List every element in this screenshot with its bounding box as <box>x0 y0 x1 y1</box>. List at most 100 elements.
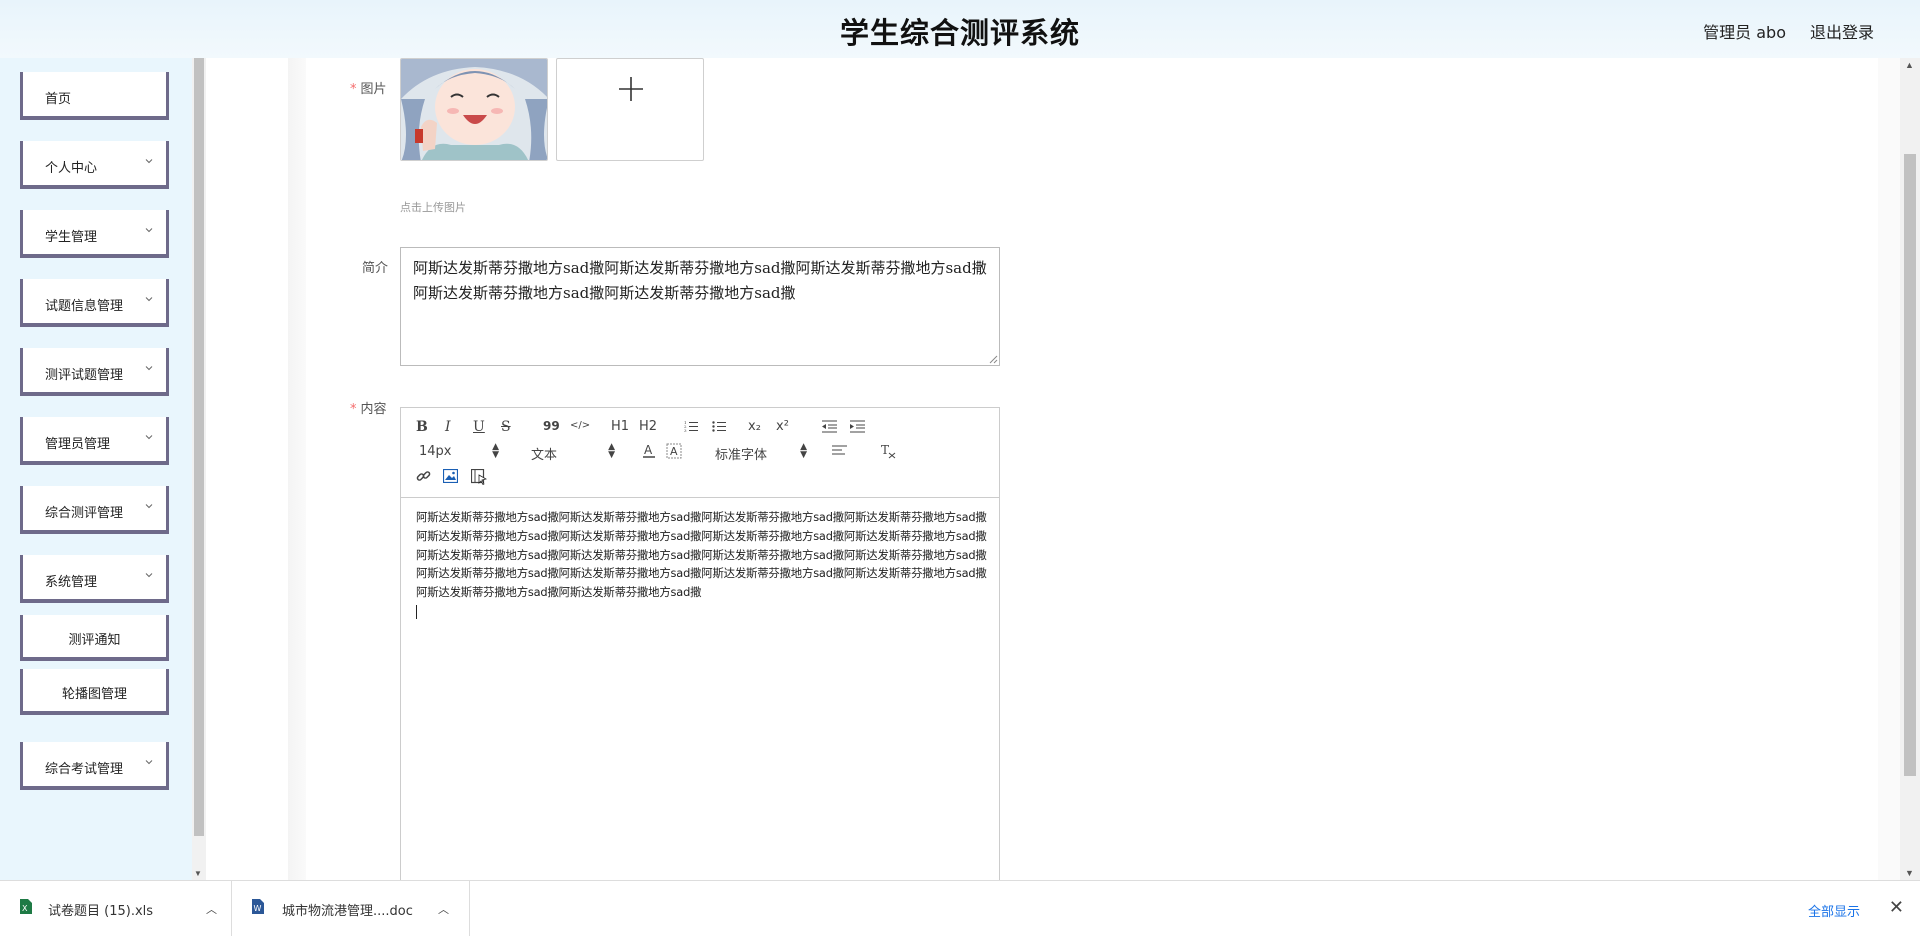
show-all-downloads-link[interactable]: 全部显示 <box>1808 901 1860 920</box>
font-size-select[interactable]: 14px ▲ ▼ <box>419 442 499 460</box>
svg-text:T: T <box>881 443 889 457</box>
sidebar-scrollbar[interactable]: ▼ <box>192 58 206 880</box>
sidebar-item-system[interactable]: 系统管理 <box>20 555 169 603</box>
editor-content-text: 阿斯达发斯蒂芬撒地方sad撒阿斯达发斯蒂芬撒地方sad撒阿斯达发斯蒂芬撒地方sa… <box>416 510 987 600</box>
sidebar-item-label: 学生管理 <box>45 230 98 245</box>
main-content: * 图片 点击上传图片 简介 阿斯达发斯蒂芬撒地方sad撒阿斯达发斯蒂芬撒地方s… <box>206 58 1920 887</box>
page-title: 学生综合测评系统 <box>839 16 1080 50</box>
sidebar-item-students[interactable]: 学生管理 <box>20 210 169 258</box>
sidebar-item-label: 测评通知 <box>68 633 121 648</box>
select-arrows-icon: ▲ ▼ <box>800 442 807 460</box>
underline-button[interactable]: U <box>473 419 485 435</box>
chevron-down-icon <box>145 504 153 509</box>
uploaded-image-thumbnail[interactable] <box>400 58 548 161</box>
required-marker: * <box>350 402 357 417</box>
app-header: 学生综合测评系统 管理员 abo 退出登录 <box>0 0 1920 58</box>
chevron-down-icon <box>145 435 153 440</box>
chevron-down-icon <box>145 297 153 302</box>
strikethrough-button[interactable]: S <box>501 419 511 435</box>
editor-toolbar: B I U S 99 </> H1 H2 123 x₂ x² 14px ▲ ▼ … <box>401 408 999 498</box>
intro-field-label: 简介 <box>362 261 389 276</box>
sidebar-item-eval-notice[interactable]: 测评通知 <box>20 615 169 661</box>
download-item[interactable]: W 城市物流港管理....doc ︿ <box>232 881 470 936</box>
image-upload-button[interactable] <box>556 58 704 161</box>
font-family-select[interactable]: 标准字体 ▲ ▼ <box>715 442 807 464</box>
code-block-button[interactable]: </> <box>570 420 590 431</box>
video-insert-icon[interactable] <box>471 469 487 485</box>
link-icon[interactable] <box>416 469 431 484</box>
sidebar-item-home[interactable]: 首页 <box>20 72 169 120</box>
ordered-list-icon[interactable]: 123 <box>684 420 698 433</box>
download-item[interactable]: X 试卷题目 (15).xls ︿ <box>0 881 232 936</box>
bullet-list-icon[interactable] <box>712 420 726 433</box>
image-insert-icon[interactable] <box>443 469 458 483</box>
word-icon: W <box>252 899 264 914</box>
superscript-button[interactable]: x² <box>776 419 789 434</box>
sidebar-item-profile[interactable]: 个人中心 <box>20 141 169 189</box>
sidebar-item-label: 轮播图管理 <box>61 687 127 702</box>
main-scrollbar-thumb[interactable] <box>1904 154 1916 776</box>
close-icon[interactable]: ✕ <box>1889 897 1904 918</box>
sidebar-item-admins[interactable]: 管理员管理 <box>20 417 169 465</box>
image-field-label: * 图片 <box>350 82 387 97</box>
sidebar-item-label: 管理员管理 <box>45 437 111 452</box>
anime-girl-image <box>401 59 547 160</box>
downloads-bar: X 试卷题目 (15).xls ︿ W 城市物流港管理....doc ︿ 全部显… <box>0 880 1920 936</box>
chevron-down-icon <box>145 573 153 578</box>
sidebar-item-eval-questions[interactable]: 测评试题管理 <box>20 348 169 396</box>
svg-text:A: A <box>644 443 653 457</box>
sidebar-item-label: 个人中心 <box>45 161 98 176</box>
svg-text:A: A <box>670 445 678 458</box>
bold-button[interactable]: B <box>416 419 428 435</box>
background-strip <box>1878 58 1900 880</box>
indent-icon[interactable] <box>850 420 865 433</box>
editor-content-area[interactable]: 阿斯达发斯蒂芬撒地方sad撒阿斯达发斯蒂芬撒地方sad撒阿斯达发斯蒂芬撒地方sa… <box>416 508 988 619</box>
text-color-icon[interactable]: A <box>642 443 656 459</box>
chevron-down-icon <box>145 366 153 371</box>
italic-button[interactable]: I <box>445 419 451 435</box>
sidebar: 首页 个人中心 学生管理 试题信息管理 测评试题管理 管理员管理 综合测评管理 … <box>0 58 192 880</box>
chevron-up-icon[interactable]: ︿ <box>206 901 217 917</box>
sidebar-scrollbar-thumb[interactable] <box>194 58 204 836</box>
sidebar-item-label: 首页 <box>45 92 72 107</box>
heading1-button[interactable]: H1 <box>611 419 629 434</box>
scroll-down-arrow-icon[interactable]: ▼ <box>1905 868 1914 878</box>
upload-hint: 点击上传图片 <box>400 201 466 214</box>
logout-button[interactable]: 退出登录 <box>1810 19 1874 43</box>
main-scrollbar[interactable]: ▲ ▼ <box>1900 58 1920 880</box>
svg-text:X: X <box>22 904 28 913</box>
clear-format-icon[interactable]: T <box>880 443 896 459</box>
sidebar-item-label: 综合考试管理 <box>45 762 124 777</box>
intro-text: 阿斯达发斯蒂芬撒地方sad撒阿斯达发斯蒂芬撒地方sad撒阿斯达发斯蒂芬撒地方sa… <box>413 259 987 302</box>
heading2-button[interactable]: H2 <box>639 419 657 434</box>
subscript-button[interactable]: x₂ <box>748 419 761 434</box>
scroll-up-arrow-icon[interactable]: ▲ <box>1905 60 1914 70</box>
intro-textarea[interactable]: 阿斯达发斯蒂芬撒地方sad撒阿斯达发斯蒂芬撒地方sad撒阿斯达发斯蒂芬撒地方sa… <box>400 247 1000 366</box>
resize-handle-icon[interactable] <box>989 355 998 364</box>
text-cursor <box>416 604 417 619</box>
rich-text-editor: B I U S 99 </> H1 H2 123 x₂ x² 14px ▲ ▼ … <box>400 407 1000 887</box>
background-strip <box>288 58 306 880</box>
plus-icon <box>619 77 643 101</box>
sidebar-item-label: 测评试题管理 <box>45 368 124 383</box>
chevron-down-icon <box>145 760 153 765</box>
blockquote-button[interactable]: 99 <box>543 419 560 433</box>
sidebar-item-carousel[interactable]: 轮播图管理 <box>20 669 169 715</box>
chevron-down-icon <box>145 159 153 164</box>
download-file-name: 城市物流港管理....doc <box>282 904 413 919</box>
chevron-up-icon[interactable]: ︿ <box>438 901 449 917</box>
select-arrows-icon: ▲ ▼ <box>492 442 499 460</box>
excel-icon: X <box>20 899 32 914</box>
sidebar-item-label: 系统管理 <box>45 575 98 590</box>
sidebar-item-question-info[interactable]: 试题信息管理 <box>20 279 169 327</box>
background-color-icon[interactable]: A <box>666 443 682 459</box>
svg-text:3: 3 <box>684 428 687 433</box>
sidebar-item-label: 试题信息管理 <box>45 299 124 314</box>
scroll-down-arrow-icon[interactable]: ▼ <box>194 869 202 878</box>
sidebar-item-comprehensive-exam[interactable]: 综合考试管理 <box>20 742 169 790</box>
sidebar-item-label: 综合测评管理 <box>45 506 124 521</box>
header-select[interactable]: 文本 ▲ ▼ <box>531 443 615 464</box>
outdent-icon[interactable] <box>822 420 837 433</box>
sidebar-item-comprehensive-eval[interactable]: 综合测评管理 <box>20 486 169 534</box>
align-left-icon[interactable] <box>832 445 847 457</box>
